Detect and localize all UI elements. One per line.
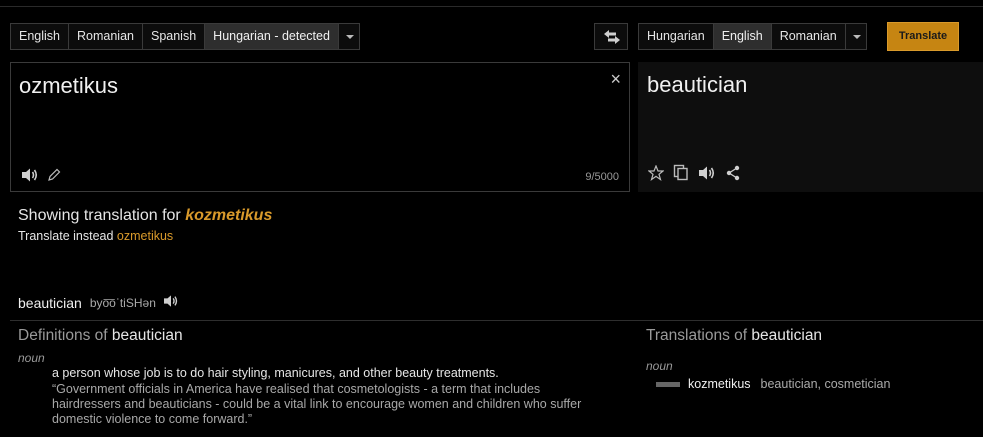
definition-example: “Government officials in America have re… xyxy=(52,382,582,426)
source-lang-detected[interactable]: Hungarian - detected xyxy=(204,23,338,50)
speaker-icon[interactable] xyxy=(698,165,716,186)
corrected-word-link[interactable]: kozmetikus xyxy=(185,207,272,224)
swap-languages-button[interactable] xyxy=(594,23,628,50)
translation-word[interactable]: kozmetikus xyxy=(688,377,751,391)
definitions-heading-word: beautician xyxy=(111,327,183,344)
translate-page: English Romanian Spanish Hungarian - det… xyxy=(0,0,983,437)
target-lang-dropdown[interactable] xyxy=(844,23,867,50)
source-text-box[interactable]: ozmetikus × 9/5000 xyxy=(10,62,630,192)
pencil-icon[interactable] xyxy=(47,168,61,187)
source-language-bar: English Romanian Spanish Hungarian - det… xyxy=(10,23,360,50)
word-term: beautician xyxy=(18,294,82,311)
star-icon[interactable] xyxy=(647,163,665,186)
frequency-bar xyxy=(656,381,680,387)
copy-icon[interactable] xyxy=(673,164,689,186)
translate-button[interactable]: Translate xyxy=(887,22,959,51)
definitions-heading: Definitions of beautician xyxy=(18,327,183,345)
translation-row: kozmetikus beautician, cosmetician xyxy=(656,377,890,391)
translation-synonyms: beautician, cosmetician xyxy=(760,377,891,391)
source-lang-romanian[interactable]: Romanian xyxy=(68,23,142,50)
target-lang-english[interactable]: English xyxy=(712,23,771,50)
translations-heading-word: beautician xyxy=(751,327,823,344)
instead-prefix: Translate instead xyxy=(18,229,117,243)
share-icon[interactable] xyxy=(725,165,741,186)
speaker-icon[interactable] xyxy=(21,167,39,188)
translation-part-of-speech: noun xyxy=(646,359,673,373)
top-divider xyxy=(0,6,983,7)
original-word-link[interactable]: ozmetikus xyxy=(117,229,173,243)
target-language-bar: Hungarian English Romanian xyxy=(638,23,867,50)
definitions-heading-prefix: Definitions of xyxy=(18,327,112,344)
target-lang-hungarian[interactable]: Hungarian xyxy=(638,23,713,50)
character-count: 9/5000 xyxy=(585,171,619,183)
section-divider xyxy=(10,320,983,321)
phonetic: byo͞oˈtiSHən xyxy=(89,295,156,310)
translate-instead: Translate instead ozmetikus xyxy=(18,229,173,243)
target-text-box: beautician xyxy=(638,62,983,192)
close-icon[interactable]: × xyxy=(610,69,621,90)
definition-part-of-speech: noun xyxy=(18,351,45,365)
showing-translation-for: Showing translation for kozmetikus xyxy=(18,207,272,225)
source-lang-spanish[interactable]: Spanish xyxy=(141,23,205,50)
target-text: beautician xyxy=(647,72,748,97)
definition-text: a person whose job is to do hair styling… xyxy=(52,366,499,380)
translations-heading-prefix: Translations of xyxy=(646,327,752,344)
word-header: beautician byo͞oˈtiSHən xyxy=(18,294,179,311)
swap-icon xyxy=(604,30,620,44)
source-lang-english[interactable]: English xyxy=(10,23,68,50)
translations-heading: Translations of beautician xyxy=(646,327,822,345)
speaker-icon[interactable] xyxy=(163,294,179,311)
target-lang-romanian[interactable]: Romanian xyxy=(770,23,845,50)
source-text[interactable]: ozmetikus xyxy=(19,73,118,99)
source-lang-dropdown[interactable] xyxy=(337,23,360,50)
showing-prefix: Showing translation for xyxy=(18,207,186,224)
target-actions xyxy=(647,163,741,186)
